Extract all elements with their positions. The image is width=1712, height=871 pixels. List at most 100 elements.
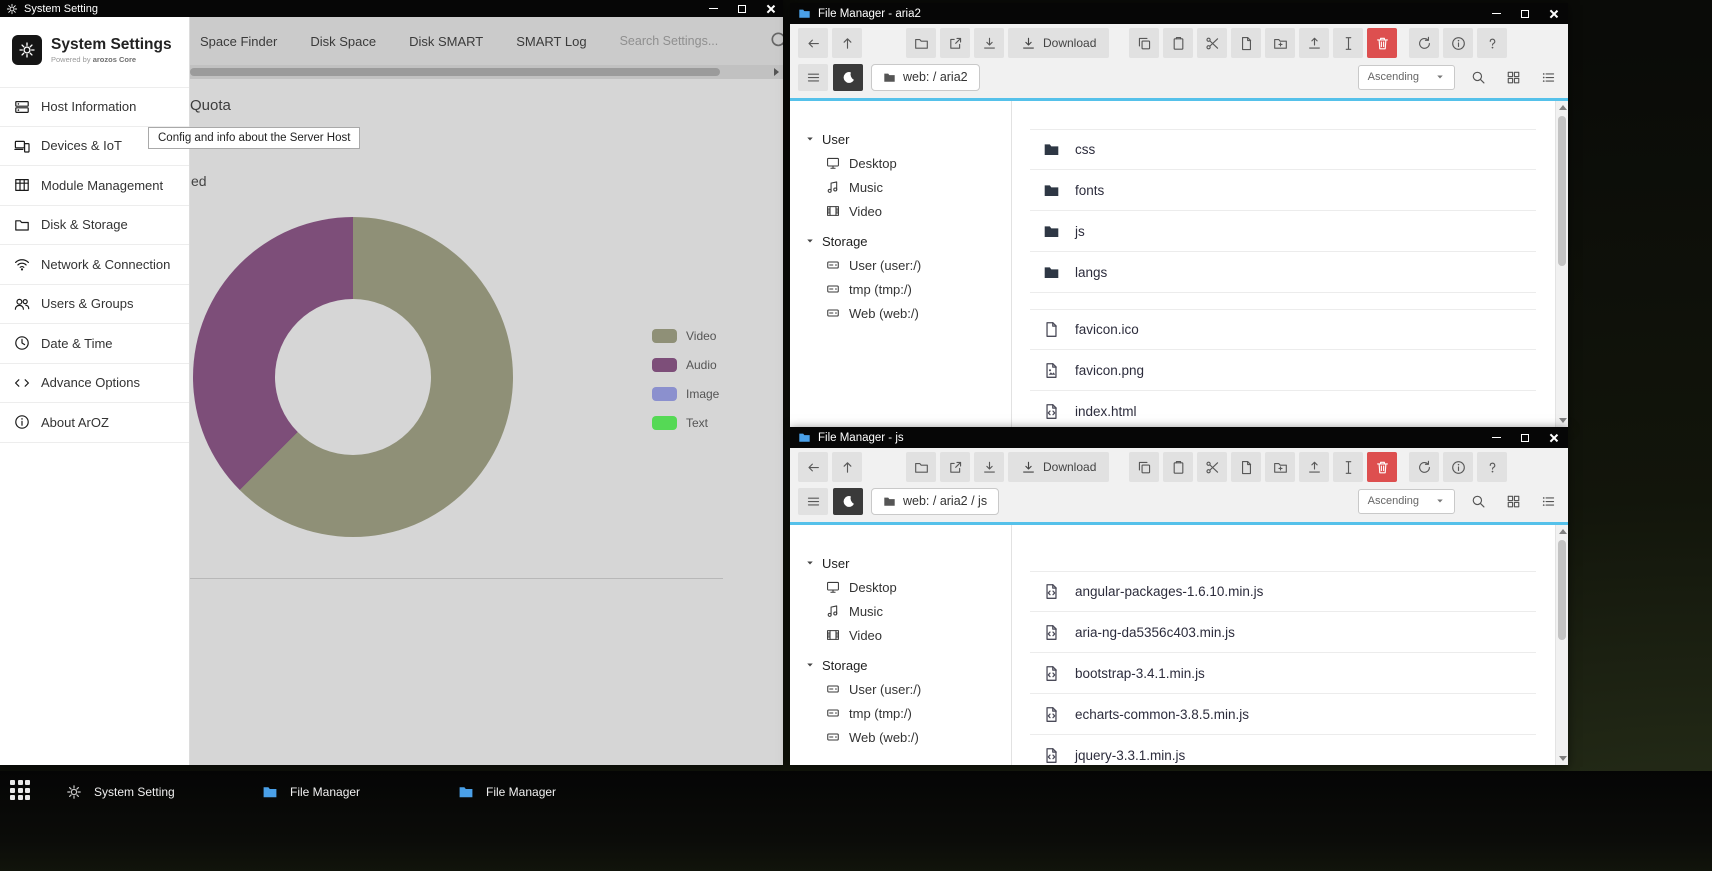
tree-item-desktop[interactable]: Desktop xyxy=(805,575,1011,599)
breadcrumb[interactable]: web: / aria2 xyxy=(871,64,980,91)
folder-row-fonts[interactable]: fonts xyxy=(1030,170,1536,211)
vertical-scrollbar[interactable] xyxy=(1555,525,1568,765)
tab-space-finder[interactable]: Space Finder xyxy=(200,34,277,49)
close-button[interactable] xyxy=(765,3,777,15)
cut-button[interactable] xyxy=(1197,452,1227,482)
new-file-button[interactable] xyxy=(1231,452,1261,482)
up-button[interactable] xyxy=(832,452,862,482)
tab-disk-smart[interactable]: Disk SMART xyxy=(409,34,483,49)
back-button[interactable] xyxy=(798,452,828,482)
menu-button[interactable] xyxy=(798,64,828,91)
horizontal-scrollbar[interactable] xyxy=(190,65,783,79)
maximize-button[interactable] xyxy=(1519,432,1531,444)
tree-item-tmp-drive[interactable]: tmp (tmp:/) xyxy=(805,701,1011,725)
paste-button[interactable] xyxy=(1163,452,1193,482)
legend-item-image[interactable]: Image xyxy=(652,387,719,401)
tree-item-desktop[interactable]: Desktop xyxy=(805,151,1011,175)
rename-button[interactable] xyxy=(1333,452,1363,482)
tree-item-web-drive[interactable]: Web (web:/) xyxy=(805,301,1011,325)
sidebar-item-module-management[interactable]: Module Management xyxy=(0,166,189,206)
cut-button[interactable] xyxy=(1197,28,1227,58)
settings-search-input[interactable] xyxy=(620,34,738,48)
sidebar-item-host-information[interactable]: Host Information xyxy=(0,87,189,127)
sort-order-select[interactable]: Ascending xyxy=(1358,65,1455,90)
sidebar-item-date-time[interactable]: Date & Time xyxy=(0,324,189,364)
open-button[interactable] xyxy=(906,452,936,482)
tree-item-tmp-drive[interactable]: tmp (tmp:/) xyxy=(805,277,1011,301)
file-row-favicon-ico[interactable]: favicon.ico xyxy=(1030,309,1536,350)
tree-section-user[interactable]: User xyxy=(805,551,1011,575)
sidebar-item-advance-options[interactable]: Advance Options xyxy=(0,364,189,404)
download-icon-button[interactable] xyxy=(974,28,1004,58)
taskbar-item-file-manager-1[interactable]: File Manager xyxy=(256,778,452,806)
legend-item-text[interactable]: Text xyxy=(652,416,719,430)
upload-button[interactable] xyxy=(1299,452,1329,482)
dark-mode-toggle[interactable] xyxy=(833,64,863,91)
file-manager-titlebar[interactable]: File Manager - aria2 xyxy=(790,3,1568,24)
refresh-button[interactable] xyxy=(1409,452,1439,482)
refresh-button[interactable] xyxy=(1409,28,1439,58)
tree-item-web-drive[interactable]: Web (web:/) xyxy=(805,725,1011,749)
list-view-button[interactable] xyxy=(1536,65,1560,89)
new-file-button[interactable] xyxy=(1231,28,1261,58)
tab-smart-log[interactable]: SMART Log xyxy=(516,34,586,49)
copy-button[interactable] xyxy=(1129,452,1159,482)
taskbar-item-system-setting[interactable]: System Setting xyxy=(60,778,256,806)
search-button[interactable] xyxy=(1466,489,1490,513)
file-row-aria-ng[interactable]: aria-ng-da5356c403.min.js xyxy=(1030,612,1536,653)
sidebar-item-about-aroz[interactable]: About ArOZ xyxy=(0,403,189,443)
download-button[interactable]: Download xyxy=(1008,452,1109,482)
paste-button[interactable] xyxy=(1163,28,1193,58)
scrollbar-thumb[interactable] xyxy=(1558,116,1566,266)
tree-item-music[interactable]: Music xyxy=(805,175,1011,199)
tree-item-user-drive[interactable]: User (user:/) xyxy=(805,677,1011,701)
help-button[interactable] xyxy=(1477,28,1507,58)
properties-button[interactable] xyxy=(1443,452,1473,482)
delete-button[interactable] xyxy=(1367,28,1397,58)
tree-section-user[interactable]: User xyxy=(805,127,1011,151)
system-setting-titlebar[interactable]: System Setting xyxy=(0,0,783,17)
scroll-up-icon[interactable] xyxy=(1559,529,1567,534)
file-row-index-html[interactable]: index.html xyxy=(1030,391,1536,427)
taskbar-item-file-manager-2[interactable]: File Manager xyxy=(452,778,648,806)
new-folder-button[interactable] xyxy=(1265,28,1295,58)
file-row-favicon-png[interactable]: favicon.png xyxy=(1030,350,1536,391)
menu-button[interactable] xyxy=(798,488,828,515)
legend-item-video[interactable]: Video xyxy=(652,329,719,343)
sidebar-item-network-connection[interactable]: Network & Connection xyxy=(0,245,189,285)
minimize-button[interactable] xyxy=(1490,8,1502,20)
search-icon[interactable] xyxy=(769,30,783,52)
sidebar-item-disk-storage[interactable]: Disk & Storage xyxy=(0,206,189,246)
tree-item-music[interactable]: Music xyxy=(805,599,1011,623)
up-button[interactable] xyxy=(832,28,862,58)
maximize-button[interactable] xyxy=(736,3,748,15)
sort-order-select[interactable]: Ascending xyxy=(1358,489,1455,514)
scrollbar-thumb[interactable] xyxy=(1558,540,1566,640)
minimize-button[interactable] xyxy=(1490,432,1502,444)
rename-button[interactable] xyxy=(1333,28,1363,58)
vertical-scrollbar[interactable] xyxy=(1555,101,1568,427)
tab-disk-space[interactable]: Disk Space xyxy=(310,34,376,49)
scroll-down-icon[interactable] xyxy=(1559,756,1567,761)
file-row-jquery[interactable]: jquery-3.3.1.min.js xyxy=(1030,735,1536,765)
delete-button[interactable] xyxy=(1367,452,1397,482)
upload-button[interactable] xyxy=(1299,28,1329,58)
open-button[interactable] xyxy=(906,28,936,58)
maximize-button[interactable] xyxy=(1519,8,1531,20)
tree-item-user-drive[interactable]: User (user:/) xyxy=(805,253,1011,277)
scroll-down-icon[interactable] xyxy=(1559,418,1567,423)
scrollbar-thumb[interactable] xyxy=(190,68,720,76)
tree-item-video[interactable]: Video xyxy=(805,199,1011,223)
list-view-button[interactable] xyxy=(1536,489,1560,513)
tree-section-storage[interactable]: Storage xyxy=(805,229,1011,253)
tree-section-storage[interactable]: Storage xyxy=(805,653,1011,677)
file-manager-titlebar[interactable]: File Manager - js xyxy=(790,427,1568,448)
tree-item-video[interactable]: Video xyxy=(805,623,1011,647)
close-button[interactable] xyxy=(1548,8,1560,20)
folder-row-js[interactable]: js xyxy=(1030,211,1536,252)
grid-view-button[interactable] xyxy=(1501,65,1525,89)
properties-button[interactable] xyxy=(1443,28,1473,58)
search-button[interactable] xyxy=(1466,65,1490,89)
file-row-angular[interactable]: angular-packages-1.6.10.min.js xyxy=(1030,571,1536,612)
folder-row-langs[interactable]: langs xyxy=(1030,252,1536,293)
